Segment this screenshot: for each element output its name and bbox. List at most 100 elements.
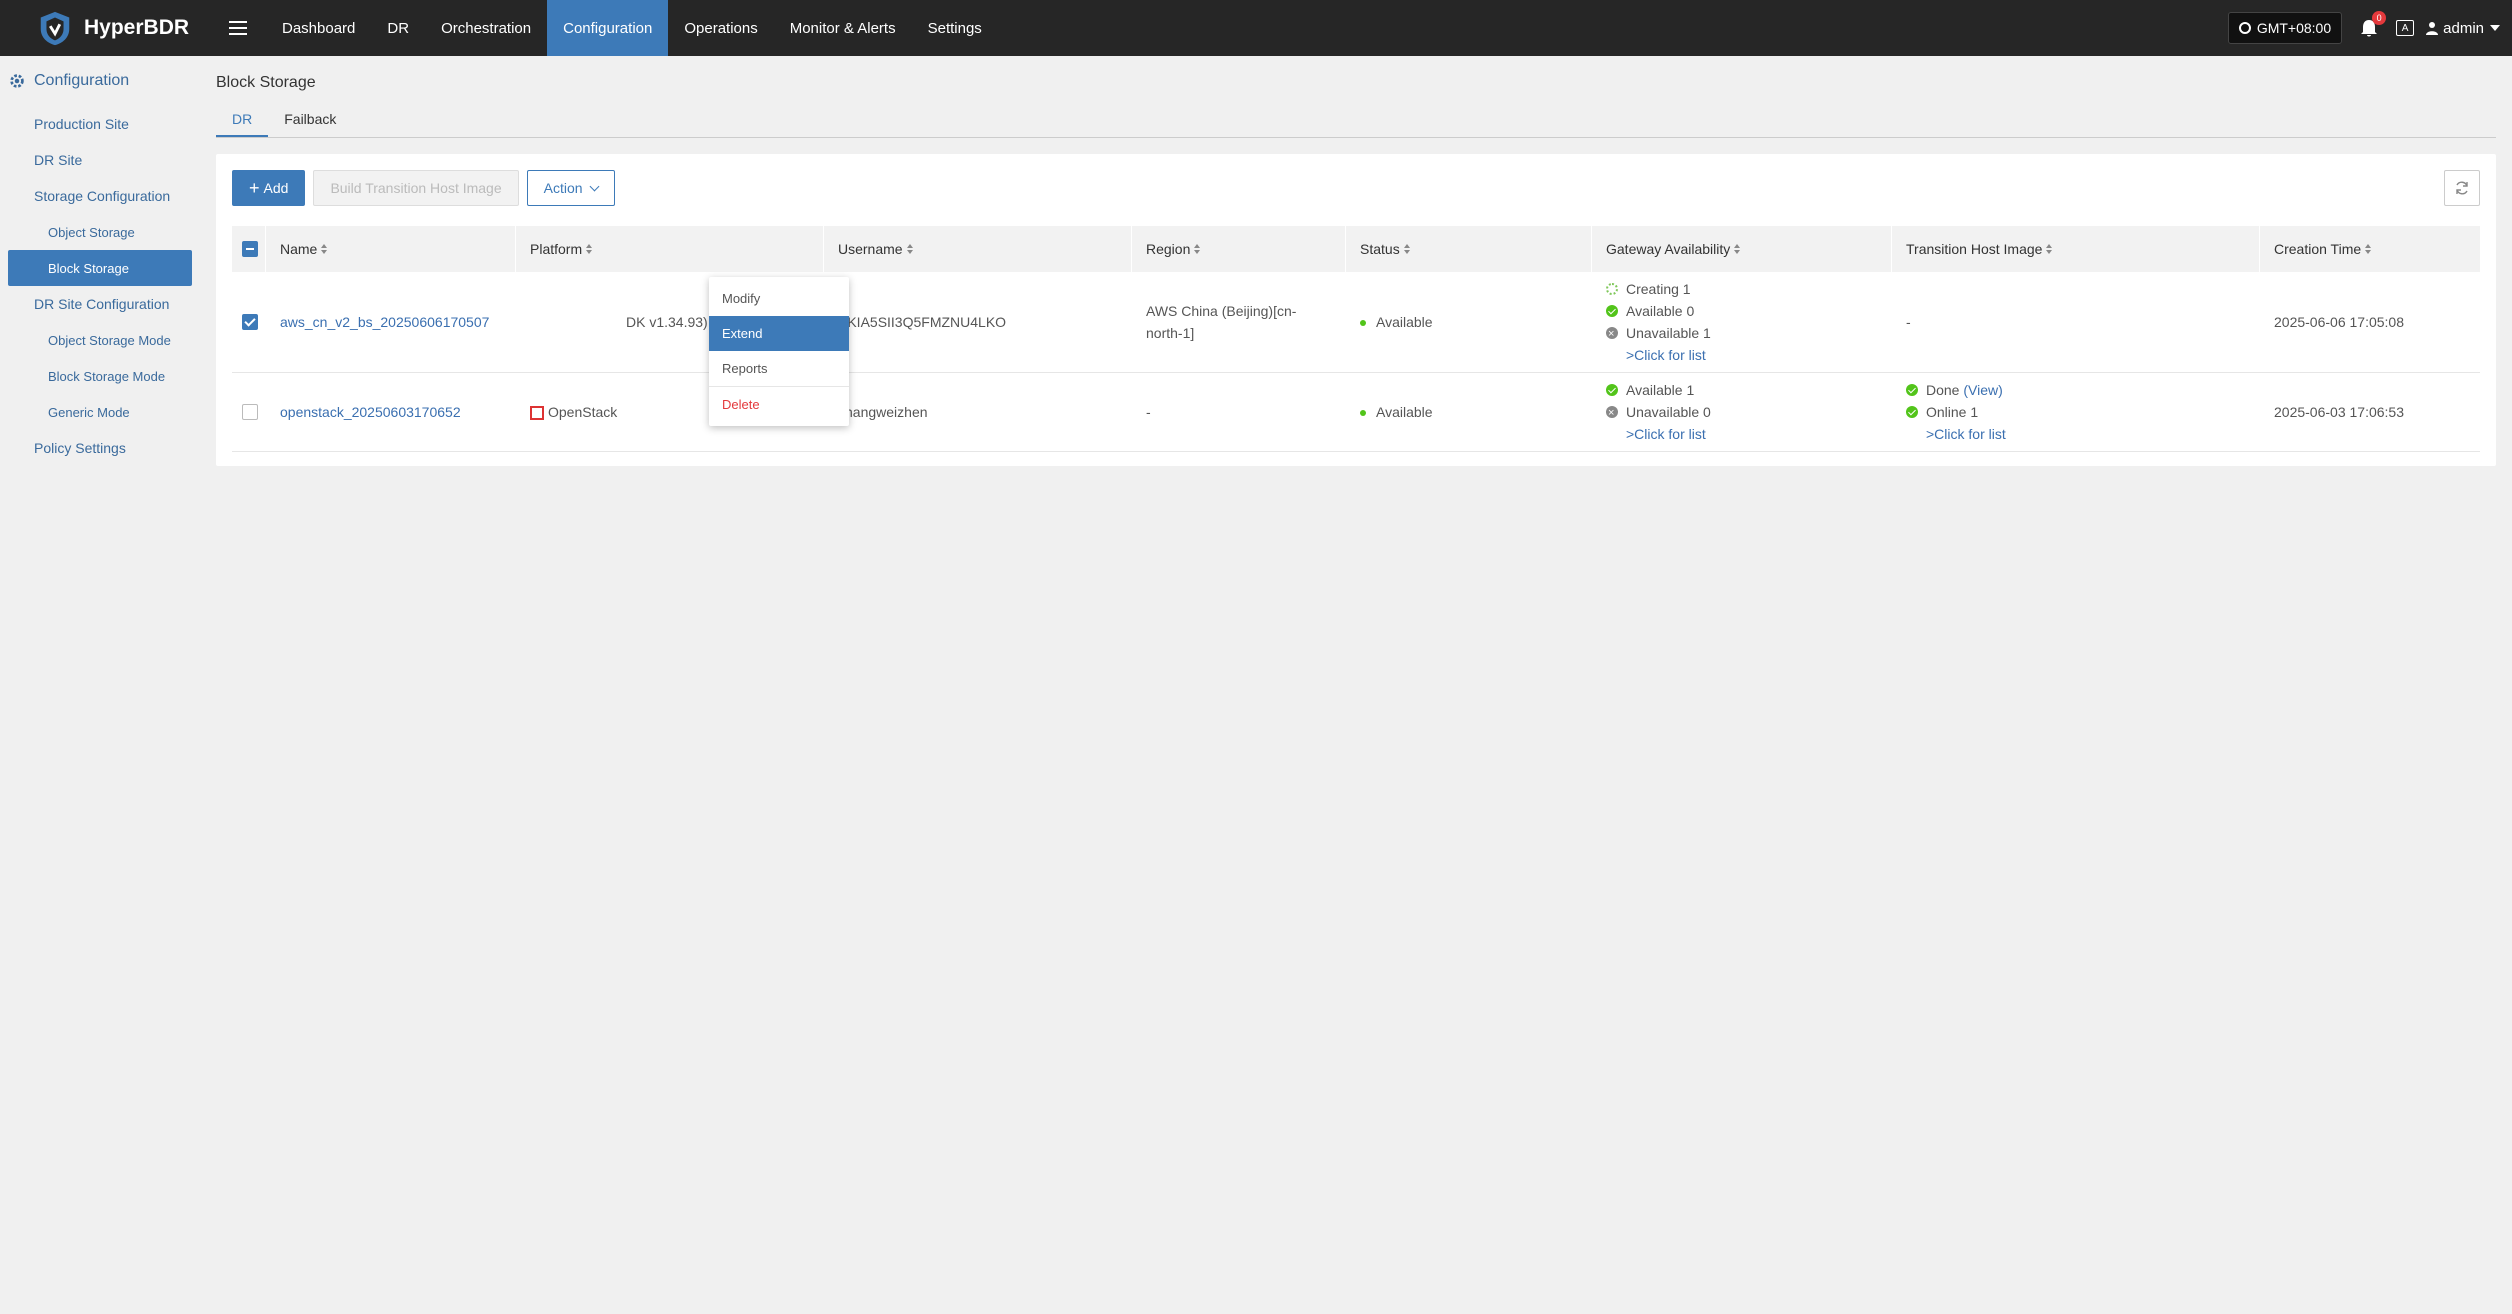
sidebar-item-storage-configuration[interactable]: Storage Configuration [0,178,200,214]
chevron-down-icon [2490,25,2500,31]
gateway-cell: Creating 1 Available 0 Unavailable 1 >Cl… [1592,278,1892,366]
col-status[interactable]: Status [1346,226,1592,272]
col-region-label: Region [1146,241,1191,257]
shield-logo-icon [40,11,70,46]
col-platform[interactable]: Platform [516,226,824,272]
menu-item-delete[interactable]: Delete [709,387,849,422]
region-cell: - [1146,404,1151,420]
col-transition-label: Transition Host Image [1906,241,2043,257]
menu-item-reports[interactable]: Reports [709,351,849,386]
gateway-cell: Available 1 Unavailable 0 >Click for lis… [1592,379,1892,445]
sidebar-header[interactable]: Configuration [0,56,200,106]
platform-text: OpenStack [548,403,618,420]
header-right: GMT+08:00 0 A admin [2227,0,2500,56]
tab-dr[interactable]: DR [216,102,269,137]
openstack-logo-icon [530,406,544,421]
refresh-icon [2456,181,2468,195]
sidebar-item-block-storage-mode[interactable]: Block Storage Mode [0,358,200,394]
col-gateway-label: Gateway Availability [1606,241,1731,257]
check-circle-icon [1606,305,1618,317]
sidebar-item-dr-site-configuration[interactable]: DR Site Configuration [0,286,200,322]
add-button[interactable]: + Add [232,170,306,206]
sidebar-title: Configuration [34,72,130,89]
nav-dr[interactable]: DR [371,0,425,56]
transition-list-link[interactable]: >Click for list [1926,423,2006,445]
col-creation-time[interactable]: Creation Time [2260,226,2480,272]
build-transition-host-image-button[interactable]: Build Transition Host Image [313,170,519,206]
name-cell: openstack_20250603170652 [266,404,516,420]
col-name-label: Name [280,241,318,257]
sidebar-item-block-storage[interactable]: Block Storage [8,250,192,286]
user-menu[interactable]: admin [2426,20,2500,37]
clock-icon [2238,22,2251,34]
status-text: Available [1376,314,1433,330]
row-checkbox[interactable] [242,314,258,330]
sort-icon [2046,244,2053,254]
brand-name: HyperBDR [84,16,190,39]
transition-online: Online 1 [1926,404,1979,420]
row-checkbox[interactable] [242,404,258,420]
nav-dashboard[interactable]: Dashboard [266,0,371,56]
col-transition-host-image[interactable]: Transition Host Image [1892,226,2260,272]
table-header: Name Platform Username Region Status Gat… [232,226,2480,272]
gateway-list-link[interactable]: >Click for list [1626,344,1706,366]
name-cell: aws_cn_v2_bs_20250606170507 [266,314,516,330]
nav-settings[interactable]: Settings [912,0,998,56]
menu-toggle-icon[interactable] [210,0,266,56]
gateway-list-link[interactable]: >Click for list [1626,423,1706,445]
check-circle-icon [1606,384,1618,396]
chevron-down-icon [589,181,600,191]
gateway-available: Available 1 [1626,382,1695,398]
sidebar-item-generic-mode[interactable]: Generic Mode [0,394,200,430]
language-icon[interactable]: A [2396,20,2415,36]
storage-name-link[interactable]: aws_cn_v2_bs_20250606170507 [280,314,489,330]
main-content: Block Storage DR Failback + Add Build Tr… [216,56,2496,466]
nav-configuration[interactable]: Configuration [547,0,669,56]
select-all-cell [232,226,266,272]
gear-icon [10,74,24,88]
timezone-button[interactable]: GMT+08:00 [2227,12,2343,44]
table-row: aws_cn_v2_bs_20250606170507 DK v1.34.93)… [232,272,2480,373]
top-navbar: HyperBDR Dashboard DR Orchestration Conf… [0,0,2512,56]
select-all-checkbox[interactable] [242,241,258,257]
action-button-label: Action [543,180,583,196]
storage-name-link[interactable]: openstack_20250603170652 [280,404,461,420]
sidebar-item-policy-settings[interactable]: Policy Settings [0,430,200,466]
gateway-unavailable: Unavailable 0 [1626,404,1711,420]
col-creation-label: Creation Time [2274,241,2362,257]
action-dropdown-menu: Modify Extend Reports Delete [709,277,849,426]
storage-table: Name Platform Username Region Status Gat… [232,226,2480,452]
refresh-button[interactable] [2444,170,2480,206]
user-icon [2426,22,2439,35]
col-region[interactable]: Region [1132,226,1346,272]
nav-operations[interactable]: Operations [668,0,773,56]
sidebar-item-production-site[interactable]: Production Site [0,106,200,142]
transition-cell: Done (View) Online 1 >Click for list [1892,379,2260,445]
tab-failback[interactable]: Failback [268,102,352,137]
col-username[interactable]: Username [824,226,1132,272]
toolbar: + Add Build Transition Host Image Action [232,170,623,206]
tabs: DR Failback [216,102,2496,138]
notification-bell-icon[interactable]: 0 [2358,11,2387,39]
menu-item-extend[interactable]: Extend [709,316,849,351]
loading-icon [1606,283,1618,295]
sidebar-item-object-storage[interactable]: Object Storage [0,214,200,250]
page-title: Block Storage [216,74,316,91]
sort-icon [321,244,328,254]
col-name[interactable]: Name [266,226,516,272]
status-cell: Available [1346,404,1592,420]
col-status-label: Status [1360,241,1400,257]
menu-item-modify[interactable]: Modify [709,281,849,316]
timezone-label: GMT+08:00 [2256,20,2332,36]
sidebar-item-dr-site[interactable]: DR Site [0,142,200,178]
table-row: openstack_20250603170652 OpenStack zhang… [232,373,2480,452]
nav-monitor-alerts[interactable]: Monitor & Alerts [774,0,912,56]
brand[interactable]: HyperBDR [0,9,200,47]
col-gateway-availability[interactable]: Gateway Availability [1592,226,1892,272]
sort-icon [1194,244,1201,254]
nav-orchestration[interactable]: Orchestration [425,0,547,56]
sidebar-item-object-storage-mode[interactable]: Object Storage Mode [0,322,200,358]
plus-icon: + [249,178,260,198]
transition-view-link[interactable]: (View) [1963,379,2002,401]
action-button[interactable]: Action [526,170,615,206]
